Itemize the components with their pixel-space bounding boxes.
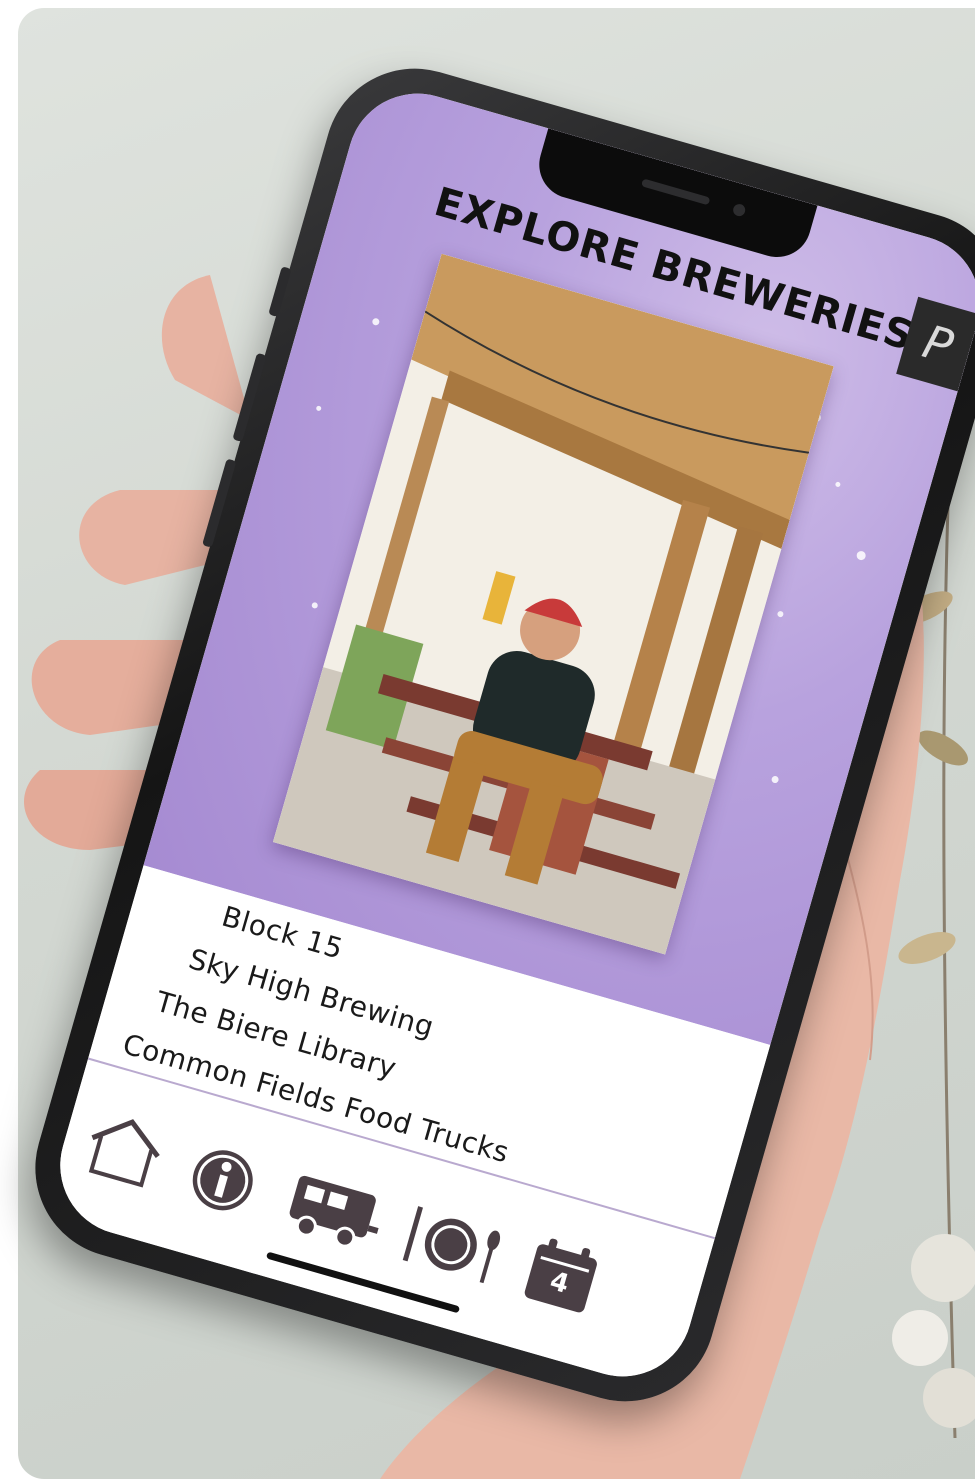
sparkle	[855, 550, 867, 562]
brewery-featured-photo[interactable]	[272, 253, 834, 955]
sparkle	[315, 405, 322, 412]
sparkle	[776, 610, 785, 618]
food-truck-icon[interactable]	[278, 1163, 393, 1258]
dining-icon[interactable]	[393, 1196, 508, 1291]
info-icon[interactable]	[182, 1139, 264, 1221]
sparkle	[371, 317, 381, 327]
sparkle	[770, 775, 780, 784]
calendar-icon[interactable]: 4	[518, 1232, 605, 1319]
sparkle	[311, 601, 319, 610]
sparkle	[834, 481, 841, 488]
brewery-patio-image	[272, 253, 834, 955]
front-camera	[731, 202, 747, 218]
home-icon[interactable]	[76, 1105, 172, 1194]
speaker-grille	[640, 178, 711, 206]
